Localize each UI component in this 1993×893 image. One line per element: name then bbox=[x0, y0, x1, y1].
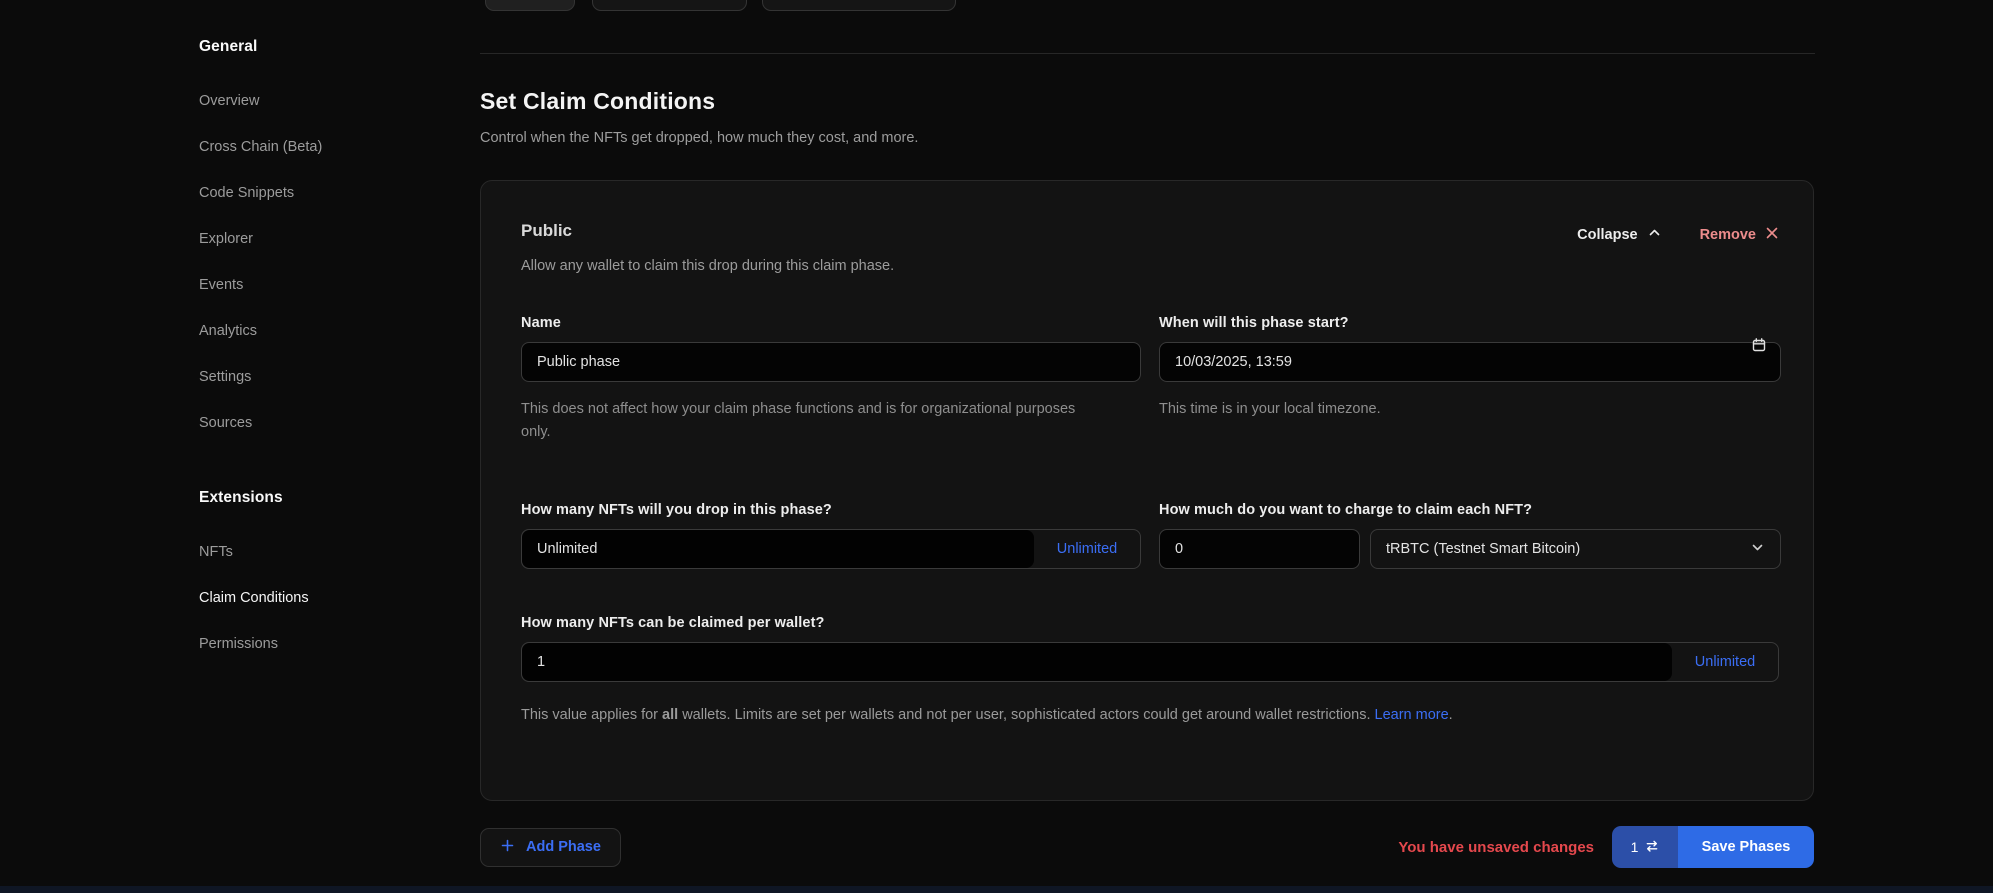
sidebar-item-claim-conditions[interactable]: Claim Conditions bbox=[199, 575, 434, 621]
swap-arrows-icon bbox=[1645, 839, 1659, 856]
sidebar-item-sources[interactable]: Sources bbox=[199, 400, 434, 446]
contract-address-badge[interactable]: 0xeDc6...906c5 bbox=[592, 0, 747, 11]
per-wallet-unlimited-button[interactable]: Unlimited bbox=[1672, 643, 1778, 681]
sidebar-item-analytics[interactable]: Analytics bbox=[199, 308, 434, 354]
phases-footer: Add Phase You have unsaved changes 1 Sav… bbox=[480, 826, 1814, 868]
chevron-up-icon bbox=[1647, 225, 1662, 244]
phase-card-public: Public Allow any wallet to claim this dr… bbox=[480, 180, 1814, 801]
currency-select[interactable]: tRBTC (Testnet Smart Bitcoin) bbox=[1370, 529, 1781, 569]
toolbar-button[interactable] bbox=[485, 0, 575, 11]
contract-sidebar: General Overview Cross Chain (Beta) Code… bbox=[199, 24, 434, 667]
start-time-input[interactable] bbox=[1159, 342, 1781, 382]
start-time-label: When will this phase start? bbox=[1159, 315, 1781, 331]
phase-description: Allow any wallet to claim this drop duri… bbox=[521, 258, 894, 274]
per-wallet-helper: This value applies for all wallets. Limi… bbox=[521, 700, 1766, 731]
currency-selected-value: tRBTC (Testnet Smart Bitcoin) bbox=[1386, 541, 1580, 557]
sidebar-item-permissions[interactable]: Permissions bbox=[199, 621, 434, 667]
supply-unlimited-button[interactable]: Unlimited bbox=[1034, 530, 1140, 568]
sidebar-item-explorer[interactable]: Explorer bbox=[199, 216, 434, 262]
close-icon bbox=[1765, 226, 1779, 244]
name-helper: This does not affect how your claim phas… bbox=[521, 398, 1081, 444]
chevron-down-icon bbox=[1750, 540, 1765, 559]
sidebar-section-extensions: Extensions bbox=[199, 475, 434, 521]
start-time-helper: This time is in your local timezone. bbox=[1159, 398, 1781, 421]
phase-title: Public bbox=[521, 221, 894, 241]
page-title: Set Claim Conditions bbox=[480, 88, 715, 115]
section-divider bbox=[480, 53, 1815, 54]
name-field: Name This does not affect how your claim… bbox=[521, 315, 1141, 444]
name-label: Name bbox=[521, 315, 1141, 331]
sidebar-item-nfts[interactable]: NFTs bbox=[199, 529, 434, 575]
sidebar-section-general: General bbox=[199, 24, 434, 70]
save-phases-split-button: 1 Save Phases bbox=[1612, 826, 1814, 868]
collapse-label: Collapse bbox=[1577, 227, 1637, 243]
per-wallet-label: How many NFTs can be claimed per wallet? bbox=[521, 615, 1779, 631]
add-phase-label: Add Phase bbox=[526, 839, 601, 855]
supply-input[interactable] bbox=[522, 530, 1034, 568]
price-amount-input[interactable] bbox=[1159, 529, 1360, 569]
supply-label: How many NFTs will you drop in this phas… bbox=[521, 502, 1141, 518]
collapse-button[interactable]: Collapse bbox=[1577, 225, 1661, 244]
save-phases-button[interactable]: Save Phases bbox=[1678, 826, 1814, 868]
transaction-count-button[interactable]: 1 bbox=[1612, 826, 1678, 868]
remove-label: Remove bbox=[1700, 227, 1756, 243]
sidebar-item-overview[interactable]: Overview bbox=[199, 78, 434, 124]
bottom-banner-edge bbox=[0, 886, 1993, 893]
helper-bold-all: all bbox=[662, 707, 678, 723]
main-content: 0xeDc6...906c5 Rootstock Blockscout Set … bbox=[480, 0, 1816, 893]
explorer-link-badge[interactable]: Rootstock Blockscout bbox=[762, 0, 956, 11]
sidebar-item-events[interactable]: Events bbox=[199, 262, 434, 308]
remove-button[interactable]: Remove bbox=[1700, 226, 1779, 244]
plus-icon bbox=[500, 838, 515, 857]
sidebar-item-code-snippets[interactable]: Code Snippets bbox=[199, 170, 434, 216]
copy-icon bbox=[606, 0, 620, 1]
price-field: How much do you want to charge to claim … bbox=[1159, 502, 1781, 569]
per-wallet-field: How many NFTs can be claimed per wallet?… bbox=[521, 615, 1779, 731]
sidebar-item-settings[interactable]: Settings bbox=[199, 354, 434, 400]
price-label: How much do you want to charge to claim … bbox=[1159, 502, 1781, 518]
page-subtitle: Control when the NFTs get dropped, how m… bbox=[480, 130, 918, 146]
sidebar-item-cross-chain[interactable]: Cross Chain (Beta) bbox=[199, 124, 434, 170]
name-input[interactable] bbox=[521, 342, 1141, 382]
start-time-field: When will this phase start? This time is… bbox=[1159, 315, 1781, 444]
learn-more-link[interactable]: Learn more bbox=[1375, 707, 1449, 723]
supply-field: How many NFTs will you drop in this phas… bbox=[521, 502, 1141, 569]
calendar-icon[interactable] bbox=[1751, 337, 1767, 358]
claim-conditions-page: General Overview Cross Chain (Beta) Code… bbox=[0, 0, 1993, 893]
add-phase-button[interactable]: Add Phase bbox=[480, 828, 621, 867]
per-wallet-input[interactable] bbox=[522, 643, 1672, 681]
unsaved-changes-text: You have unsaved changes bbox=[1398, 839, 1594, 856]
transaction-count: 1 bbox=[1631, 839, 1639, 855]
external-link-icon bbox=[909, 0, 923, 1]
